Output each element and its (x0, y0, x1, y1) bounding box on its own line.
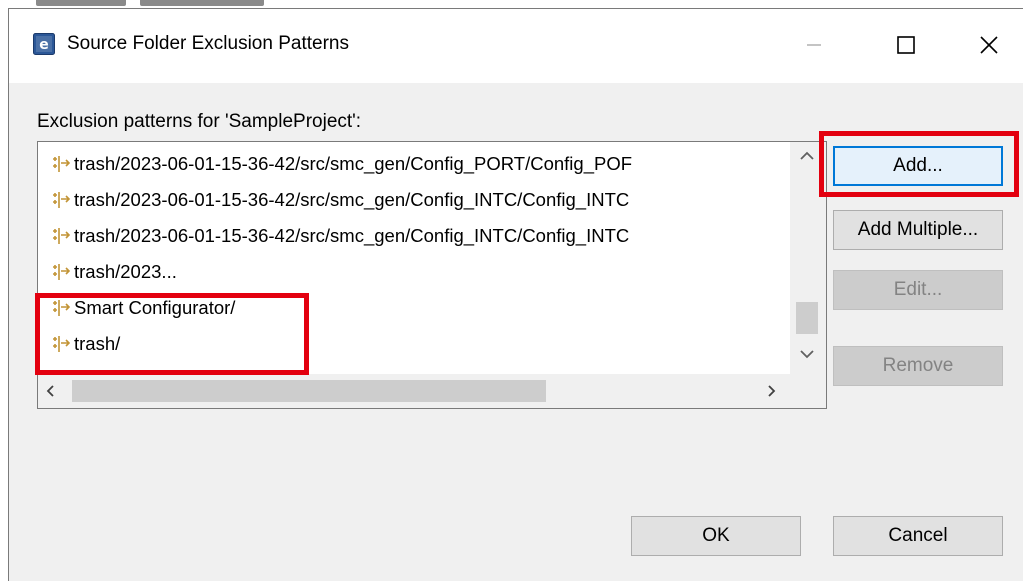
pattern-text: trash/ (74, 333, 121, 354)
patterns-label: Exclusion patterns for 'SampleProject': (37, 111, 362, 132)
close-icon (980, 36, 998, 54)
pattern-text: Smart Configurator/ (74, 297, 236, 318)
title-bar: e Source Folder Exclusion Patterns (9, 9, 1023, 83)
exclusion-pattern-icon (53, 300, 71, 316)
edit-button[interactable]: Edit... (833, 270, 1003, 310)
vertical-scroll-thumb[interactable] (796, 302, 818, 334)
maximize-icon (897, 36, 915, 54)
vertical-scrollbar[interactable] (790, 142, 826, 374)
chevron-down-icon[interactable] (799, 348, 815, 360)
exclusion-pattern-icon (53, 228, 71, 244)
minimize-button[interactable] (779, 19, 849, 71)
minimize-icon (807, 44, 821, 46)
ok-button[interactable]: OK (631, 516, 801, 556)
add-button[interactable]: Add... (833, 146, 1003, 186)
pattern-text: trash/2023... (74, 261, 177, 282)
horizontal-scrollbar[interactable] (38, 374, 826, 408)
svg-text:e: e (39, 37, 49, 53)
exclusion-pattern-icon (53, 336, 71, 352)
list-item[interactable]: trash/2023-06-01-15-36-42/src/smc_gen/Co… (50, 186, 629, 214)
eclipse-app-icon: e (33, 33, 55, 55)
pattern-text: trash/2023-06-01-15-36-42/src/smc_gen/Co… (74, 225, 630, 246)
exclusion-pattern-icon (53, 192, 71, 208)
exclusion-patterns-list[interactable]: trash/2023-06-01-15-36-42/src/smc_gen/Co… (37, 141, 827, 409)
remove-button[interactable]: Remove (833, 346, 1003, 386)
close-button[interactable] (954, 19, 1023, 71)
exclusion-pattern-icon (53, 264, 71, 280)
cancel-button[interactable]: Cancel (833, 516, 1003, 556)
list-item[interactable]: Smart Configurator/ (50, 294, 235, 322)
add-multiple-button[interactable]: Add Multiple... (833, 210, 1003, 250)
list-item[interactable]: trash/2023-06-01-15-36-42/src/smc_gen/Co… (50, 150, 632, 178)
list-item[interactable]: trash/2023-06-01-15-36-42/src/smc_gen/Co… (50, 222, 629, 250)
chevron-left-icon[interactable] (44, 384, 58, 398)
chevron-right-icon[interactable] (764, 384, 778, 398)
background-text-fragment (36, 0, 126, 6)
pattern-text: trash/2023-06-01-15-36-42/src/smc_gen/Co… (74, 189, 630, 210)
window-title: Source Folder Exclusion Patterns (67, 33, 349, 54)
chevron-up-icon[interactable] (799, 150, 815, 162)
maximize-button[interactable] (871, 19, 941, 71)
exclusion-pattern-icon (53, 156, 71, 172)
pattern-text: trash/2023-06-01-15-36-42/src/smc_gen/Co… (74, 153, 633, 174)
exclusion-patterns-dialog: e Source Folder Exclusion Patterns Exclu… (8, 8, 1023, 581)
list-item[interactable]: trash/2023... (50, 258, 177, 286)
horizontal-scroll-thumb[interactable] (72, 380, 546, 402)
background-text-fragment (140, 0, 264, 6)
list-item[interactable]: trash/ (50, 330, 120, 358)
